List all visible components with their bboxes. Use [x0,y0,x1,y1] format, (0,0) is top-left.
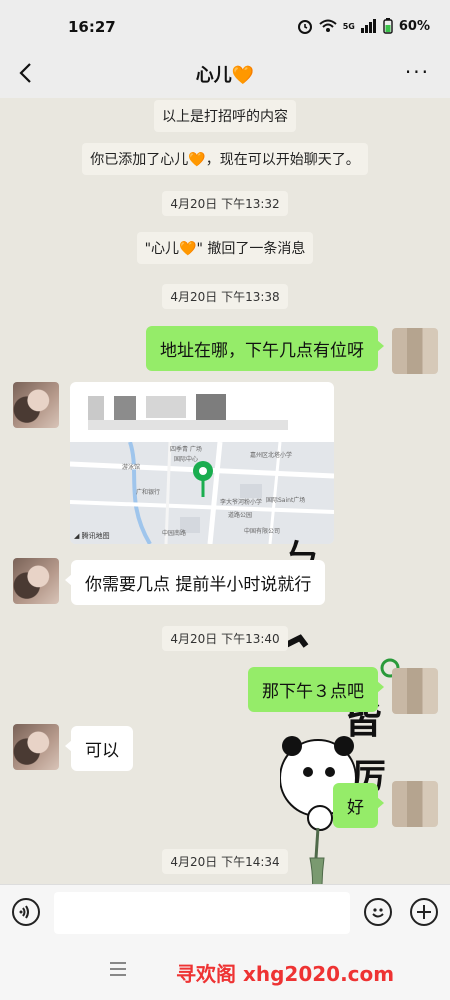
alarm-icon [297,20,312,34]
map-label: 广和银行 [136,489,161,496]
my-avatar[interactable] [392,328,438,374]
timestamp-text: 4月20日 下午13:38 [162,284,288,309]
location-title-blurred [88,396,104,420]
system-nav-bar: 寻欢阁 xhg2020.com [0,940,450,1000]
more-options-button[interactable]: ··· [405,60,430,84]
status-icons: 5G 60% [297,18,430,34]
network-label: 5G [342,21,355,31]
contact-avatar[interactable] [13,724,59,770]
wifi-icon [319,19,337,32]
map-label: 四季青 广场 [170,446,202,453]
timestamp-text: 4月20日 下午14:34 [162,849,288,874]
timestamp: 4月20日 下午14:34 [0,849,450,874]
status-bar: 16:27 5G 60% [0,0,450,56]
received-message-bubble[interactable]: 你需要几点 提前半小时说就行 [64,560,326,605]
map-label: 中园南路 [162,530,187,537]
contact-avatar[interactable] [13,558,59,604]
system-message-text: "心儿🧡" 撤回了一条消息 [136,232,314,264]
received-message-bubble[interactable]: 可以 [65,726,133,771]
chat-area[interactable]: 以上是打招呼的内容 你已添加了心儿🧡，现在可以开始聊天了。 4月20日 下午13… [0,98,450,884]
emoji-button[interactable] [364,898,392,926]
sent-message-bubble[interactable]: 那下午３点吧 [248,667,384,712]
map-label: 李大爷河粉小学 [220,499,263,506]
timestamp: 4月20日 下午13:40 [0,626,450,651]
map-label: 游泳馆 [122,464,141,471]
location-title-blurred [146,396,186,418]
battery-percent: 60% [398,18,430,34]
voice-input-button[interactable] [12,898,40,926]
map-label: 国际Saint广场 [266,497,306,504]
plus-icon [417,905,431,919]
my-avatar[interactable] [392,668,438,714]
emoji-icon [372,908,384,918]
location-title-blurred [196,394,226,420]
battery-icon [383,18,393,34]
location-card[interactable]: 四季青 广场 嘉州区北塔小学 游泳馆 广和银行 道路公园 李大爷河粉小学 中国有… [70,382,334,544]
system-message-recall: "心儿🧡" 撤回了一条消息 [0,232,450,264]
system-message-added: 你已添加了心儿🧡，现在可以开始聊天了。 [0,143,450,175]
contact-avatar[interactable] [13,382,59,428]
more-actions-button[interactable] [410,898,438,926]
chat-header: 心儿🧡 ··· [0,50,450,98]
system-message-text: 以上是打招呼的内容 [154,100,296,132]
system-message-text: 你已添加了心儿🧡，现在可以开始聊天了。 [82,143,368,175]
map-label: 道路公园 [228,512,253,519]
timestamp-text: 4月20日 下午13:40 [162,626,288,651]
map-label: 嘉州区北塔小学 [250,452,293,459]
location-title-blurred [114,396,136,420]
chat-title: 心儿🧡 [195,65,255,86]
signal-icon [360,19,376,33]
map-credit: ◢ 腾讯地图 [74,532,110,540]
timestamp: 4月20日 下午13:38 [0,284,450,309]
sent-message-bubble[interactable]: 地址在哪，下午几点有位呀 [146,326,384,371]
map-label: 中国有限公司 [244,528,281,535]
my-avatar[interactable] [392,781,438,827]
system-message-greeting: 以上是打招呼的内容 [0,100,450,132]
menu-icon[interactable] [110,962,126,976]
location-pin-icon [193,461,213,497]
location-address-blurred [88,420,288,430]
timestamp: 4月20日 下午13:32 [0,191,450,216]
message-input[interactable] [54,892,350,934]
timestamp-text: 4月20日 下午13:32 [162,191,288,216]
watermark-text: 寻欢阁 xhg2020.com [176,962,395,986]
sent-message-bubble[interactable]: 好 [333,783,384,828]
input-bar [0,884,450,941]
status-time: 16:27 [68,18,116,36]
voice-icon [19,905,29,919]
